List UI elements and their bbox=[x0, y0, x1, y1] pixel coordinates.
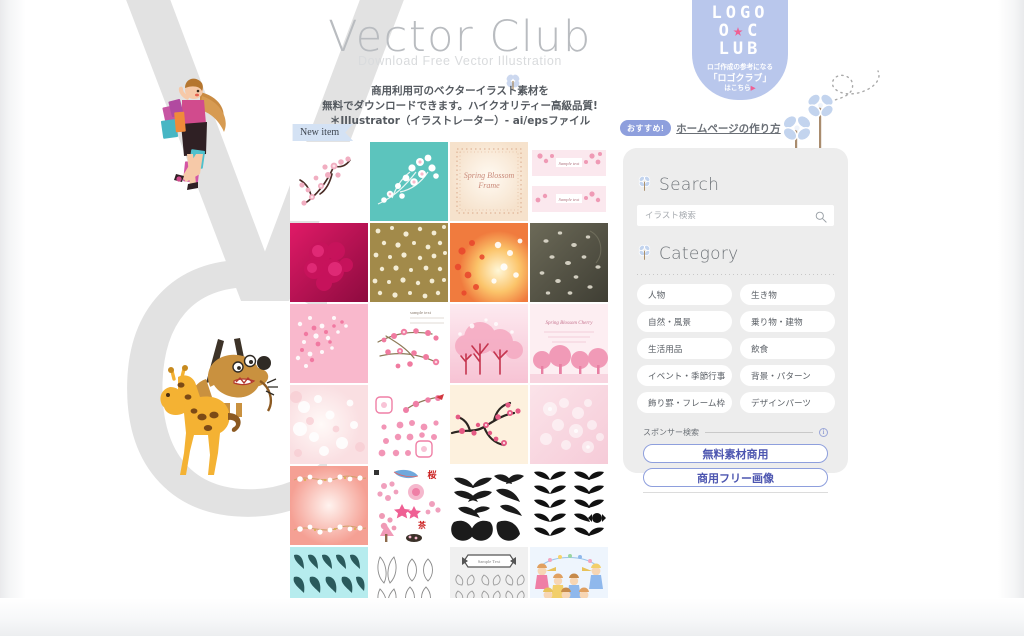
category-item-food[interactable]: 飲食 bbox=[740, 338, 835, 359]
thumbnail-item[interactable] bbox=[530, 466, 608, 545]
info-icon[interactable]: i bbox=[819, 428, 828, 437]
category-item-daily-goods[interactable]: 生活用品 bbox=[637, 338, 732, 359]
svg-text:Sample text: Sample text bbox=[559, 197, 581, 202]
giraffe-and-dog-illustration bbox=[150, 325, 285, 510]
sidebar-panel: Search イラスト検索 Category 人物 生き物 自然・風景 乗り物・… bbox=[623, 148, 848, 493]
thumbnail-item[interactable]: 桜 茶 bbox=[370, 466, 448, 545]
clover-icon bbox=[637, 243, 652, 265]
category-item-vehicle[interactable]: 乗り物・建物 bbox=[740, 311, 835, 332]
thumbnail-item[interactable]: Spring Blossom Cherry bbox=[530, 304, 608, 383]
category-item-event[interactable]: イベント・季節行事 bbox=[637, 365, 732, 386]
new-item-ribbon: New item bbox=[292, 124, 353, 141]
svg-text:茶: 茶 bbox=[417, 520, 427, 530]
logo-club-caption-line-2: 「ロゴクラブ」 bbox=[708, 73, 772, 83]
thumbnail-item[interactable] bbox=[530, 547, 608, 626]
thumbnail-item[interactable] bbox=[290, 223, 368, 302]
thumbnail-grid: Spring Blossom Frame Sample text Sample … bbox=[290, 142, 610, 626]
category-heading: Category bbox=[659, 244, 739, 264]
thumbnail-item[interactable] bbox=[450, 385, 528, 464]
sponsor-header: スポンサー検索 i bbox=[643, 427, 828, 438]
thumbnail-item[interactable]: Sample text Sample text bbox=[530, 142, 608, 221]
category-item-nature[interactable]: 自然・風景 bbox=[637, 311, 732, 332]
sponsor-button-free-image[interactable]: 商用フリー画像 bbox=[643, 468, 828, 487]
recommend-row: おすすめ! ホームページの作り方 bbox=[620, 120, 781, 136]
category-section-header: Category bbox=[637, 243, 834, 265]
logo-club-row-3: LUB bbox=[718, 39, 762, 59]
logo-club-wordmark: LOGO O★C LUB bbox=[692, 4, 788, 58]
logo-club-row-1: LOGO bbox=[711, 3, 769, 23]
svg-text:sample text: sample text bbox=[410, 310, 432, 315]
category-item-background[interactable]: 背景・パターン bbox=[740, 365, 835, 386]
category-item-creature[interactable]: 生き物 bbox=[740, 284, 835, 305]
category-list: 人物 生き物 自然・風景 乗り物・建物 生活用品 飲食 イベント・季節行事 背景… bbox=[637, 284, 835, 413]
sponsor-underline bbox=[643, 492, 828, 493]
search-heading: Search bbox=[659, 175, 720, 195]
logo-club-caption-line-3: はこちら▶ bbox=[724, 85, 756, 92]
search-section-header: Search bbox=[637, 174, 834, 196]
thumbnail-item[interactable]: Spring Blossom Frame bbox=[450, 142, 528, 221]
thumbnail-item[interactable]: Sample Text bbox=[450, 547, 528, 626]
thumbnail-item[interactable] bbox=[450, 466, 528, 545]
svg-text:Frame: Frame bbox=[477, 181, 500, 190]
svg-text:Spring Blossom: Spring Blossom bbox=[464, 171, 515, 180]
thumbnail-item[interactable] bbox=[370, 223, 448, 302]
search-box[interactable] bbox=[637, 205, 834, 226]
thumbnail-item[interactable] bbox=[370, 385, 448, 464]
thumbnail-item[interactable] bbox=[290, 385, 368, 464]
thumbnail-item[interactable]: sample text bbox=[370, 304, 448, 383]
thumbnail-item[interactable] bbox=[450, 304, 528, 383]
thumbnail-item[interactable] bbox=[290, 466, 368, 545]
sponsor-rule bbox=[705, 432, 813, 433]
search-icon[interactable] bbox=[815, 210, 827, 228]
clover-icon bbox=[637, 174, 652, 196]
sponsor-button-free-material[interactable]: 無料素材商用 bbox=[643, 444, 828, 463]
thumbnail-item[interactable] bbox=[370, 547, 448, 626]
logo-club-caption-line-1: ロゴ作成の参考になる bbox=[707, 64, 773, 71]
category-divider bbox=[637, 274, 834, 275]
logo-club-row-2-right: C bbox=[747, 21, 762, 41]
logo-club-row-2: O★C bbox=[692, 22, 788, 40]
thumbnail-item[interactable] bbox=[290, 547, 368, 626]
category-item-design-parts[interactable]: デザインパーツ bbox=[740, 392, 835, 413]
svg-text:Sample text: Sample text bbox=[559, 161, 581, 166]
thumbnail-item[interactable] bbox=[530, 223, 608, 302]
star-icon: ★ bbox=[732, 21, 748, 41]
thumbnail-item[interactable] bbox=[450, 223, 528, 302]
category-item-person[interactable]: 人物 bbox=[637, 284, 732, 305]
sponsor-label: スポンサー検索 bbox=[643, 428, 699, 437]
thumbnail-item[interactable] bbox=[370, 142, 448, 221]
thumbnail-item[interactable] bbox=[290, 304, 368, 383]
logo-club-caption: ロゴ作成の参考になる 「ロゴクラブ」 はこちら▶ bbox=[692, 63, 788, 93]
logo-club-banner[interactable]: LOGO O★C LUB ロゴ作成の参考になる 「ロゴクラブ」 はこちら▶ bbox=[692, 0, 788, 100]
search-input[interactable] bbox=[645, 210, 812, 221]
play-arrow-icon: ▶ bbox=[750, 85, 756, 92]
svg-text:Spring Blossom Cherry: Spring Blossom Cherry bbox=[546, 321, 594, 326]
page-root: V C bbox=[0, 0, 1024, 636]
thumbnail-item[interactable] bbox=[530, 385, 608, 464]
recommend-badge: おすすめ! bbox=[620, 120, 672, 136]
svg-text:桜: 桜 bbox=[427, 469, 436, 481]
sponsor-section: スポンサー検索 i 無料素材商用 商用フリー画像 bbox=[637, 427, 834, 493]
logo-club-row-2-left: O bbox=[718, 21, 733, 41]
svg-text:Sample Text: Sample Text bbox=[478, 559, 501, 564]
category-item-frame[interactable]: 飾り罫・フレーム枠 bbox=[637, 392, 732, 413]
thumbnail-item[interactable] bbox=[290, 142, 368, 221]
homepage-howto-link[interactable]: ホームページの作り方 bbox=[676, 121, 780, 136]
